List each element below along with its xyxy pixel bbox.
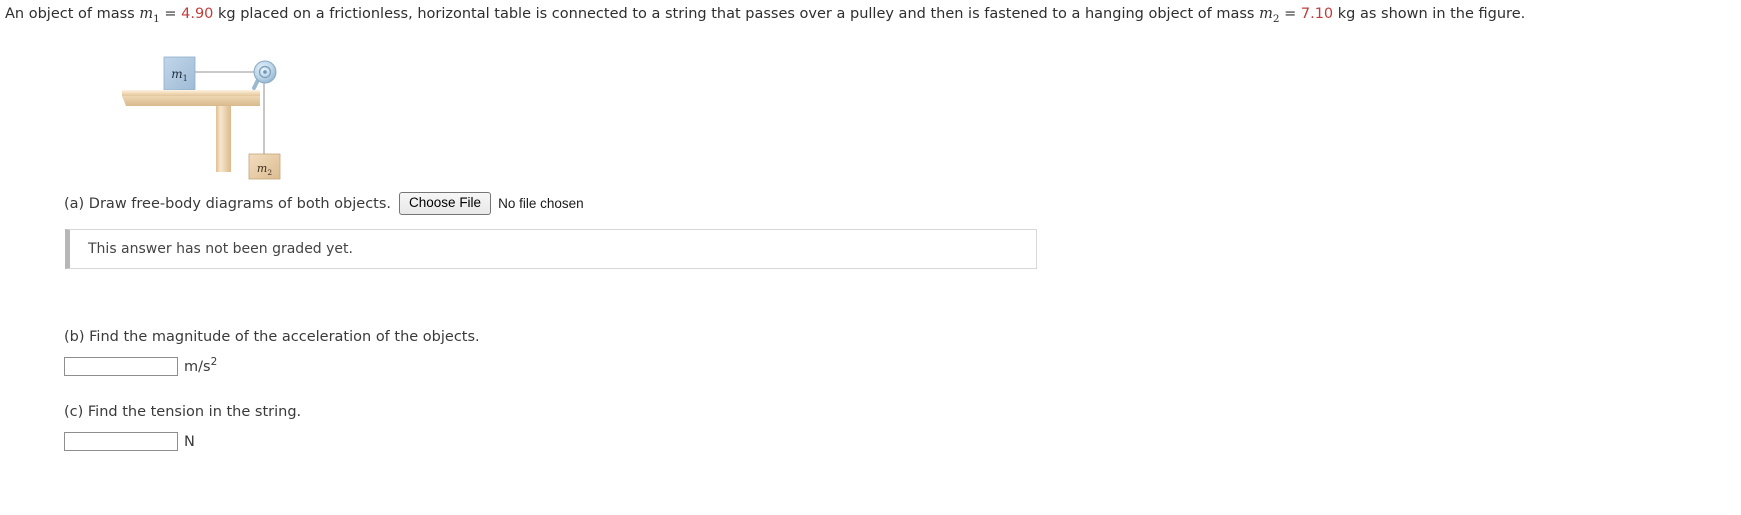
part-c-answer-input[interactable] xyxy=(64,431,178,451)
mass-2-value: 7.10 xyxy=(1300,6,1334,22)
equals-sign-2: = xyxy=(1279,6,1301,22)
table-edge xyxy=(122,96,260,106)
part-b-unit-main: m/s xyxy=(184,358,211,375)
part-c-answer-row: N xyxy=(64,429,301,451)
table-leg xyxy=(216,106,231,172)
part-b-unit: m/s2 xyxy=(184,354,217,376)
pulley-system-figure: m1 m2 xyxy=(118,44,318,184)
part-c-unit-main: N xyxy=(184,433,195,450)
mass-1-value: 4.90 xyxy=(181,6,214,22)
file-upload-control[interactable]: Choose File No file chosen xyxy=(399,192,584,215)
pulley-axle xyxy=(263,70,267,74)
part-b-unit-exponent: 2 xyxy=(210,356,218,368)
choose-file-button[interactable]: Choose File xyxy=(399,192,492,215)
part-b-block: (b) Find the magnitude of the accelerati… xyxy=(64,327,480,376)
part-b-answer-row: m/s2 xyxy=(64,354,480,376)
grading-status-box: This answer has not been graded yet. xyxy=(65,229,1037,269)
part-c-unit: N xyxy=(184,429,195,451)
mass-1-subscript: 1 xyxy=(153,12,160,25)
problem-text-segment-1: An object of mass xyxy=(5,6,140,22)
part-a-row: (a) Draw free-body diagrams of both obje… xyxy=(64,192,584,215)
part-a-prompt: (a) Draw free-body diagrams of both obje… xyxy=(64,195,392,212)
table-top-surface xyxy=(122,90,260,96)
grading-status-text: This answer has not been graded yet. xyxy=(88,241,353,257)
mass-1-symbol: m1 xyxy=(139,6,160,25)
equals-sign-1: = xyxy=(159,6,182,22)
part-c-prompt: (c) Find the tension in the string. xyxy=(64,404,302,420)
part-b-prompt: (b) Find the magnitude of the accelerati… xyxy=(64,329,480,345)
part-c-block: (c) Find the tension in the string. N xyxy=(64,402,301,451)
problem-text-segment-2: kg placed on a frictionless, horizontal … xyxy=(213,6,1260,22)
problem-statement: An object of mass m1 = 4.90 kg placed on… xyxy=(5,4,1735,29)
mass-2-symbol: m2 xyxy=(1259,6,1280,25)
part-b-answer-input[interactable] xyxy=(64,356,178,376)
problem-text-segment-3: kg as shown in the figure. xyxy=(1333,6,1526,22)
no-file-chosen-label: No file chosen xyxy=(498,195,584,211)
